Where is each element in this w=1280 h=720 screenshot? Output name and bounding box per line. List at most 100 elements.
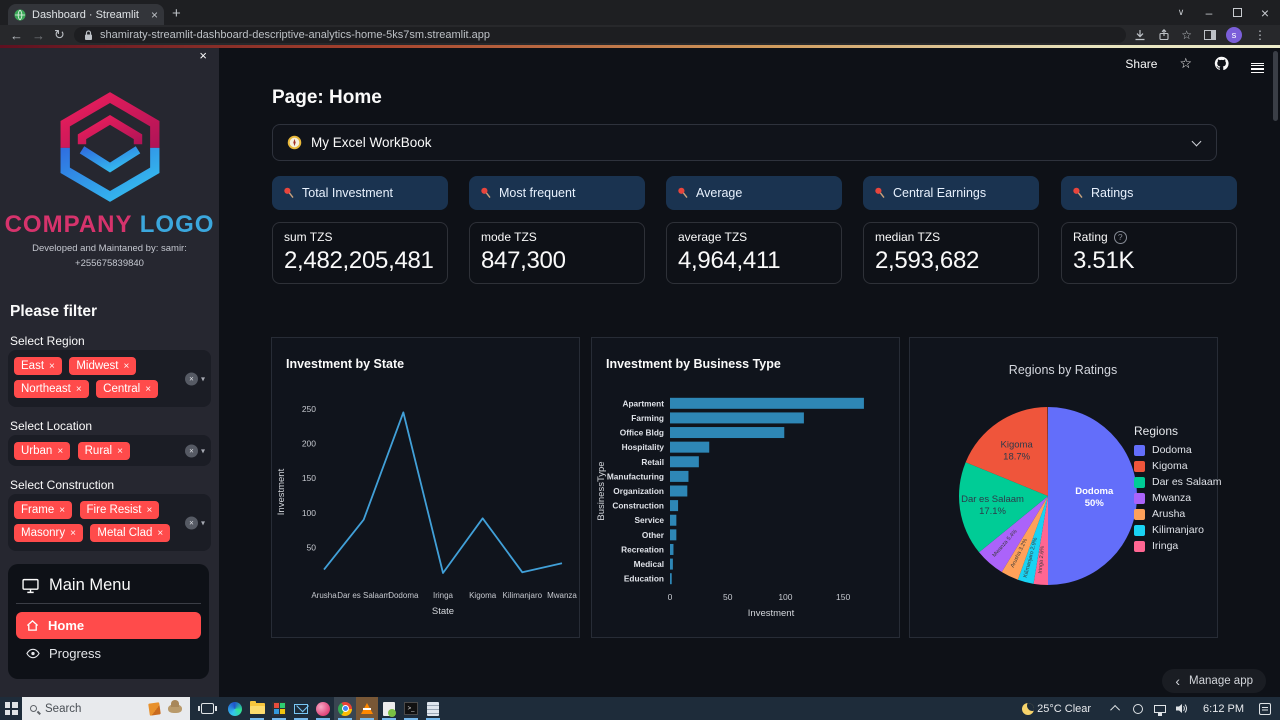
svg-text:Investment by Business Type: Investment by Business Type [606, 357, 781, 371]
store-icon[interactable] [268, 697, 290, 720]
remove-tag-icon[interactable]: × [117, 446, 123, 457]
region-multiselect[interactable]: East× Midwest× Northeast× Central× ×▾ [8, 350, 211, 407]
tray-chevron-icon[interactable] [1105, 697, 1127, 720]
window-close-button[interactable]: × [1250, 0, 1280, 25]
window-chevron-icon[interactable]: ∨ [1166, 0, 1196, 25]
edge-icon[interactable] [224, 697, 246, 720]
file-explorer-icon[interactable] [246, 697, 268, 720]
weather-text[interactable]: 25°C Clear [1037, 703, 1091, 715]
vlc-icon[interactable] [356, 697, 378, 720]
remove-tag-icon[interactable]: × [57, 446, 63, 457]
dropdown-caret-icon[interactable]: ▾ [201, 518, 205, 527]
network-icon[interactable] [1149, 697, 1171, 720]
menu-item-progress[interactable]: Progress [16, 639, 201, 668]
photos-app-icon[interactable] [312, 697, 334, 720]
svg-text:100: 100 [302, 508, 316, 518]
taskbar-search[interactable]: Search [22, 697, 190, 720]
clock[interactable]: 6:12 PM [1203, 703, 1244, 715]
legend-item[interactable]: Arusha [1134, 508, 1221, 520]
tag-midwest[interactable]: Midwest× [69, 357, 136, 375]
window-minimize-button[interactable]: – [1194, 0, 1224, 25]
tag-urban[interactable]: Urban× [14, 442, 70, 460]
bookmark-star-icon[interactable]: ☆ [1181, 26, 1192, 44]
filter-heading: Please filter [10, 303, 97, 321]
tag-fire-resist[interactable]: Fire Resist× [80, 501, 160, 519]
mail-icon[interactable] [290, 697, 312, 720]
remove-tag-icon[interactable]: × [145, 384, 151, 395]
url-bar[interactable]: shamiraty-streamlit-dashboard-descriptiv… [74, 27, 1126, 43]
star-repo-icon[interactable]: ☆ [1179, 55, 1192, 72]
remove-tag-icon[interactable]: × [59, 505, 65, 516]
back-button[interactable]: ← [10, 26, 23, 44]
legend-swatch [1134, 525, 1145, 536]
tag-northeast[interactable]: Northeast× [14, 380, 89, 398]
dropdown-caret-icon[interactable]: ▾ [201, 446, 205, 455]
location-multiselect[interactable]: Urban× Rural× ×▾ [8, 435, 211, 466]
browser-menu-icon[interactable]: ⋮ [1254, 26, 1266, 44]
browser-tab[interactable]: Dashboard · Streamlit × [8, 4, 164, 25]
reload-button[interactable]: ↻ [54, 26, 65, 44]
manage-app-button[interactable]: ‹ Manage app [1162, 669, 1266, 693]
app-menu-icon[interactable] [1251, 61, 1264, 67]
tab-close-icon[interactable]: × [151, 8, 158, 22]
share-app-button[interactable]: Share [1125, 57, 1157, 71]
scrollbar-thumb[interactable] [1273, 51, 1278, 121]
clear-all-icon[interactable]: × [185, 444, 198, 457]
action-center-icon[interactable] [1254, 697, 1276, 720]
legend-swatch [1134, 509, 1145, 520]
menu-item-home[interactable]: Home [16, 612, 201, 639]
legend-swatch [1134, 493, 1145, 504]
share-icon[interactable] [1158, 26, 1170, 44]
legend-item[interactable]: Mwanza [1134, 492, 1221, 504]
svg-text:Kilimanjaro: Kilimanjaro [503, 591, 543, 600]
tray-onedrive-icon[interactable] [1127, 697, 1149, 720]
clear-all-icon[interactable]: × [185, 516, 198, 529]
notes-app-icon[interactable] [422, 697, 444, 720]
sidebar-close-icon[interactable]: × [199, 48, 207, 63]
tag-east[interactable]: East× [14, 357, 62, 375]
chrome-icon[interactable] [334, 697, 356, 720]
github-icon[interactable] [1214, 56, 1229, 71]
notepad-plus-icon[interactable] [378, 697, 400, 720]
tag-rural[interactable]: Rural× [78, 442, 130, 460]
legend-item[interactable]: Iringa [1134, 540, 1221, 552]
streamlit-header: Share ☆ [1125, 55, 1264, 72]
remove-tag-icon[interactable]: × [49, 361, 55, 372]
workbook-expander[interactable]: My Excel WorkBook [272, 124, 1217, 161]
install-icon[interactable] [1134, 26, 1146, 44]
new-tab-button[interactable]: + [172, 5, 181, 22]
tag-central[interactable]: Central× [96, 380, 158, 398]
task-view-button[interactable] [196, 697, 218, 720]
window-restore-button[interactable] [1222, 0, 1252, 25]
remove-tag-icon[interactable]: × [76, 384, 82, 395]
dropdown-caret-icon[interactable]: ▾ [201, 374, 205, 383]
profile-avatar[interactable]: s [1226, 26, 1242, 44]
construction-multiselect[interactable]: Frame× Fire Resist× Masonry× Metal Clad×… [8, 494, 211, 551]
svg-text:200: 200 [302, 439, 316, 449]
remove-tag-icon[interactable]: × [70, 528, 76, 539]
browser-toolbar: ← → ↻ shamiraty-streamlit-dashboard-desc… [0, 25, 1280, 45]
start-button[interactable] [0, 697, 22, 720]
side-panel-icon[interactable] [1204, 26, 1216, 44]
tag-frame[interactable]: Frame× [14, 501, 72, 519]
svg-text:Arusha: Arusha [311, 591, 337, 600]
legend-item[interactable]: Dar es Salaam [1134, 476, 1221, 488]
legend-item[interactable]: Kilimanjaro [1134, 524, 1221, 536]
help-icon[interactable]: ? [1114, 231, 1127, 244]
remove-tag-icon[interactable]: × [157, 528, 163, 539]
remove-tag-icon[interactable]: × [124, 361, 130, 372]
clear-all-icon[interactable]: × [185, 372, 198, 385]
volume-icon[interactable] [1171, 697, 1193, 720]
tag-masonry[interactable]: Masonry× [14, 524, 83, 542]
svg-text:State: State [432, 606, 454, 617]
tag-metal-clad[interactable]: Metal Clad× [90, 524, 170, 542]
expander-chevron-icon[interactable] [1192, 137, 1202, 147]
tab-title: Dashboard · Streamlit [32, 9, 145, 21]
remove-tag-icon[interactable]: × [146, 505, 152, 516]
forward-button[interactable]: → [32, 26, 45, 44]
legend-item[interactable]: Kigoma [1134, 460, 1221, 472]
cmd-icon[interactable]: >_ [400, 697, 422, 720]
legend-item[interactable]: Dodoma [1134, 444, 1221, 456]
info-card-most-frequent: Most frequent [469, 176, 645, 210]
svg-text:BusinessType: BusinessType [596, 461, 607, 520]
